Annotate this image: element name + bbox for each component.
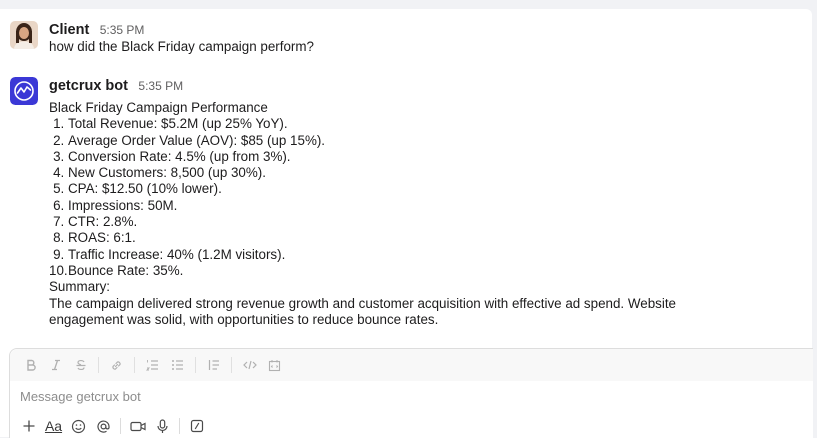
strikethrough-icon[interactable] <box>68 354 93 376</box>
list-item: 2. Average Order Value (AOV): $85 (up 15… <box>49 133 729 149</box>
client-avatar[interactable] <box>10 21 38 49</box>
list-item-number: 5. <box>53 181 68 197</box>
toolbar-divider <box>98 357 99 373</box>
list-item-number: 2. <box>53 132 68 148</box>
message-timestamp[interactable]: 5:35 PM <box>138 79 183 93</box>
list-item-number: 1. <box>53 116 68 132</box>
message-text: how did the Black Friday campaign perfor… <box>49 39 314 54</box>
list-item-text: CPA: $12.50 (10% lower). <box>68 181 222 197</box>
list-item: 7. CTR: 2.8%. <box>49 214 729 230</box>
composer-actions: Aa <box>16 415 209 437</box>
list-item: 1. Total Revenue: $5.2M (up 25% YoY). <box>49 116 729 132</box>
formatting-toolbar <box>10 349 813 381</box>
ordered-list-icon[interactable] <box>140 354 165 376</box>
text-format-icon[interactable]: Aa <box>41 415 66 437</box>
list-item-number: 7. <box>53 214 68 230</box>
slash-command-icon[interactable] <box>184 415 209 437</box>
message-content: Black Friday Campaign Performance 1. Tot… <box>49 100 729 328</box>
list-item-text: ROAS: 6:1. <box>68 230 136 246</box>
sender-name[interactable]: Client <box>49 22 89 38</box>
list-item-number: 8. <box>53 230 68 246</box>
list-item-text: Traffic Increase: 40% (1.2M visitors). <box>68 246 286 262</box>
summary-text: The campaign delivered strong revenue gr… <box>49 295 676 327</box>
toolbar-divider <box>195 357 196 373</box>
video-icon[interactable] <box>125 415 150 437</box>
list-item-number: 6. <box>53 197 68 213</box>
code-icon[interactable] <box>237 354 262 376</box>
list-item: 3. Conversion Rate: 4.5% (up from 3%). <box>49 149 729 165</box>
list-item: 6. Impressions: 50M. <box>49 198 729 214</box>
list-item: 8. ROAS: 6:1. <box>49 230 729 246</box>
message-input[interactable]: Message getcrux bot <box>20 389 141 404</box>
blockquote-icon[interactable] <box>201 354 226 376</box>
list-item: 4. New Customers: 8,500 (up 30%). <box>49 165 729 181</box>
list-item: 5. CPA: $12.50 (10% lower). <box>49 181 729 197</box>
emoji-icon[interactable] <box>66 415 91 437</box>
bold-icon[interactable] <box>18 354 43 376</box>
italic-icon[interactable] <box>43 354 68 376</box>
list-item-number: 4. <box>53 165 68 181</box>
getcrux-logo[interactable] <box>10 77 38 105</box>
list-item-text: Bounce Rate: 35%. <box>68 262 184 278</box>
list-item-number: 9. <box>53 246 68 262</box>
list-item-text: New Customers: 8,500 (up 30%). <box>68 165 266 181</box>
list-item-text: Average Order Value (AOV): $85 (up 15%). <box>68 132 326 148</box>
report-heading: Black Friday Campaign Performance <box>49 100 268 115</box>
list-item: 9. Traffic Increase: 40% (1.2M visitors)… <box>49 247 729 263</box>
list-item: 10. Bounce Rate: 35%. <box>49 263 729 279</box>
sender-name[interactable]: getcrux bot <box>49 78 128 94</box>
plus-icon[interactable] <box>16 415 41 437</box>
toolbar-divider <box>231 357 232 373</box>
bulleted-list-icon[interactable] <box>165 354 190 376</box>
code-block-icon[interactable] <box>262 354 287 376</box>
list-item-text: Impressions: 50M. <box>68 197 178 213</box>
mention-icon[interactable] <box>91 415 116 437</box>
message-timestamp[interactable]: 5:35 PM <box>100 23 145 37</box>
metrics-list: 1. Total Revenue: $5.2M (up 25% YoY). 2. … <box>49 116 729 279</box>
toolbar-divider <box>134 357 135 373</box>
actions-divider <box>120 418 121 434</box>
list-item-text: Conversion Rate: 4.5% (up from 3%). <box>68 148 291 164</box>
list-item-number: 10. <box>49 262 72 278</box>
message-composer: Message getcrux bot Aa <box>9 348 813 438</box>
list-item-text: Total Revenue: $5.2M (up 25% YoY). <box>68 116 288 132</box>
link-icon[interactable] <box>104 354 129 376</box>
actions-divider <box>179 418 180 434</box>
list-item-number: 3. <box>53 148 68 164</box>
list-item-text: CTR: 2.8%. <box>68 214 138 230</box>
summary-label: Summary: <box>49 279 111 295</box>
microphone-icon[interactable] <box>150 415 175 437</box>
